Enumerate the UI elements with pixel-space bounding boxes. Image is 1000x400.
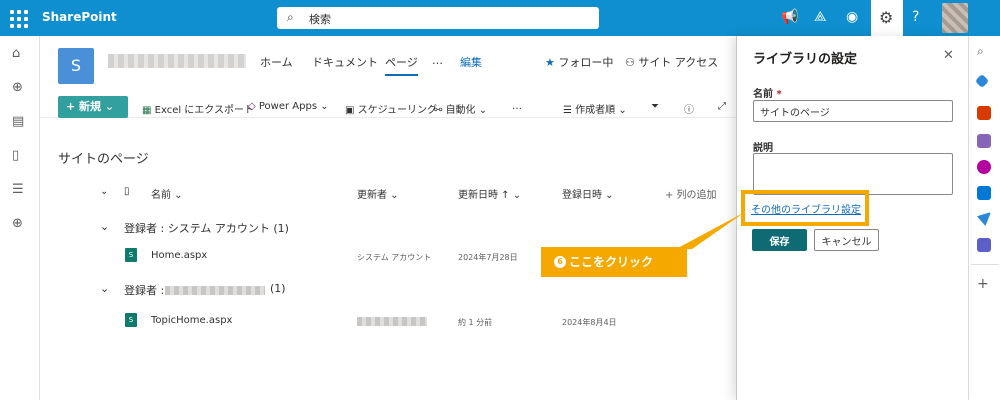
callout-arrow (676, 212, 745, 249)
step-number-badge: 6 (554, 256, 566, 268)
callout-pointer (676, 212, 745, 249)
callout-text: ここをクリック (569, 255, 654, 269)
